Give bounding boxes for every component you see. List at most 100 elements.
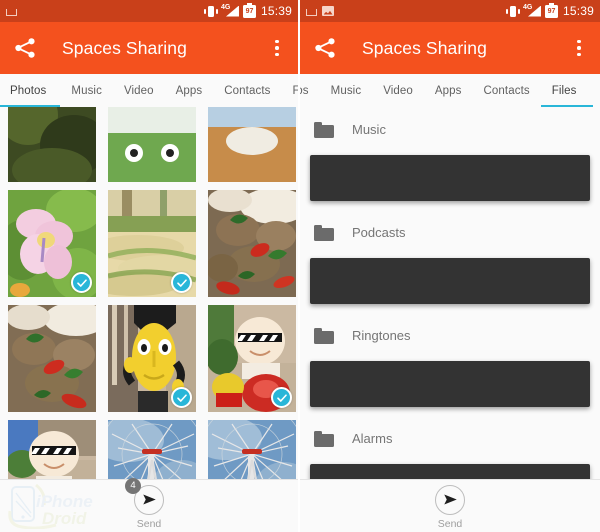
- page-title: Spaces Sharing: [362, 37, 487, 58]
- photo-cell[interactable]: [208, 420, 296, 479]
- status-bar-clock: 15:39: [260, 4, 292, 18]
- redacted-bar: [310, 361, 590, 407]
- tab-apps[interactable]: Apps: [165, 74, 214, 107]
- photo-cell[interactable]: [108, 305, 196, 412]
- check-icon: [176, 393, 187, 402]
- photo-cell[interactable]: [208, 190, 296, 297]
- photo-thai-basil-pork-rice-2: [8, 305, 96, 412]
- photo-selected-check[interactable]: [71, 272, 92, 293]
- photo-cell[interactable]: [108, 190, 196, 297]
- tab-photos[interactable]: Photos: [0, 74, 61, 107]
- status-bar-right-icons: 4G 97 15:39: [203, 2, 292, 18]
- svg-text:Droid: Droid: [42, 509, 87, 528]
- folder-icon: [314, 430, 334, 447]
- file-list[interactable]: Music Podcasts Ringtones Alarms: [300, 107, 600, 479]
- photo-cell[interactable]: [208, 107, 296, 182]
- battery-icon: 97: [242, 2, 256, 18]
- overflow-menu-icon[interactable]: [266, 36, 288, 60]
- status-bar-left-icons: [306, 6, 506, 16]
- selection-count-badge: 4: [125, 477, 141, 494]
- dual-screenshot-comparison: 4G 97 15:39 Spaces Sharing Photos Music: [0, 0, 600, 532]
- photo-selected-check[interactable]: [271, 387, 292, 408]
- check-icon: [76, 278, 87, 287]
- signal-4g-icon: 4G: [522, 3, 541, 18]
- photo-ferris-wheel: [108, 420, 196, 479]
- photo-cell[interactable]: [108, 420, 196, 479]
- list-item[interactable]: Ringtones: [300, 313, 600, 358]
- list-item[interactable]: Music: [300, 107, 600, 152]
- status-bar-clock: 15:39: [562, 4, 594, 18]
- send-button[interactable]: 4 Send: [125, 477, 164, 530]
- folder-label: Podcasts: [352, 225, 406, 240]
- check-icon: [176, 278, 187, 287]
- picture-icon: [322, 6, 334, 16]
- photo-cell[interactable]: [208, 305, 296, 412]
- send-label: Send: [437, 517, 463, 530]
- photo-selected-check[interactable]: [171, 272, 192, 293]
- tab-music[interactable]: Music: [60, 74, 113, 107]
- share-icon[interactable]: [13, 36, 37, 60]
- vibrate-icon: [505, 5, 520, 18]
- right-phone-screen: 4G 97 15:39 Spaces Sharing tos Music V: [300, 0, 600, 532]
- folder-label: Ringtones: [352, 328, 411, 343]
- tab-photos-partial[interactable]: tos: [300, 74, 320, 107]
- send-icon: [443, 494, 457, 505]
- vibrate-icon: [203, 5, 218, 18]
- tab-apps[interactable]: Apps: [424, 74, 473, 107]
- photo-grid: [0, 107, 298, 479]
- tab-music[interactable]: Music: [320, 74, 373, 107]
- tab-contacts[interactable]: Contacts: [473, 74, 541, 107]
- photo-cell[interactable]: [108, 107, 196, 182]
- keyboard-icon: [6, 8, 17, 16]
- app-bar-left: Spaces Sharing: [0, 22, 298, 74]
- folder-icon: [314, 224, 334, 241]
- photo-cell[interactable]: [8, 305, 96, 412]
- tab-video[interactable]: Video: [113, 74, 165, 107]
- svg-text:iPhone: iPhone: [36, 492, 93, 511]
- left-phone-screen: 4G 97 15:39 Spaces Sharing Photos Music: [0, 0, 300, 532]
- tab-bar-right: tos Music Video Apps Contacts Files: [300, 74, 600, 107]
- photo-grid-scroll[interactable]: [0, 107, 298, 479]
- iphonedroid-watermark: iPhone Droid: [8, 483, 93, 529]
- status-bar-left-icons: [6, 7, 204, 16]
- send-button[interactable]: Send: [435, 484, 465, 530]
- photo-green-face: [108, 107, 196, 182]
- status-bar-right-icons: 4G 97 15:39: [505, 2, 594, 18]
- send-icon: [142, 494, 156, 505]
- photo-ferris-wheel-2: [208, 420, 296, 479]
- photo-selected-check[interactable]: [171, 387, 192, 408]
- keyboard-icon: [306, 8, 317, 16]
- status-bar-left: 4G 97 15:39: [0, 0, 298, 22]
- photo-cell[interactable]: [8, 420, 96, 479]
- photo-cell[interactable]: [8, 190, 96, 297]
- network-label: 4G: [522, 3, 533, 11]
- folder-label: Alarms: [352, 431, 393, 446]
- redacted-bar: [310, 258, 590, 304]
- bottom-action-bar-left: iPhone Droid 4 Send: [0, 477, 298, 532]
- photo-sunglasses-mascot-scooter: [8, 420, 96, 479]
- share-icon[interactable]: [313, 36, 337, 60]
- list-item[interactable]: Alarms: [300, 416, 600, 461]
- network-label: 4G: [220, 3, 231, 11]
- photo-thai-basil-pork-rice: [208, 190, 296, 297]
- photo-cell[interactable]: [8, 107, 96, 182]
- tab-photos-partial[interactable]: Ftos: [281, 74, 298, 107]
- tab-contacts[interactable]: Contacts: [213, 74, 281, 107]
- status-bar-right: 4G 97 15:39: [300, 0, 600, 22]
- folder-label: Music: [352, 122, 386, 137]
- redacted-bar: [310, 464, 590, 479]
- check-icon: [276, 393, 287, 402]
- overflow-menu-icon[interactable]: [568, 36, 590, 60]
- list-item[interactable]: Podcasts: [300, 210, 600, 255]
- tab-video[interactable]: Video: [372, 74, 424, 107]
- bottom-action-bar-right: Send: [300, 479, 600, 532]
- send-label: Send: [136, 517, 162, 530]
- page-title: Spaces Sharing: [62, 37, 187, 58]
- folder-icon: [314, 327, 334, 344]
- tab-files[interactable]: Files: [540, 74, 593, 107]
- signal-4g-icon: 4G: [220, 3, 239, 18]
- photo-sky-bowl: [208, 107, 296, 182]
- send-circle[interactable]: [435, 484, 465, 515]
- battery-icon: 97: [544, 2, 558, 18]
- photo-dark-foliage: [8, 107, 96, 182]
